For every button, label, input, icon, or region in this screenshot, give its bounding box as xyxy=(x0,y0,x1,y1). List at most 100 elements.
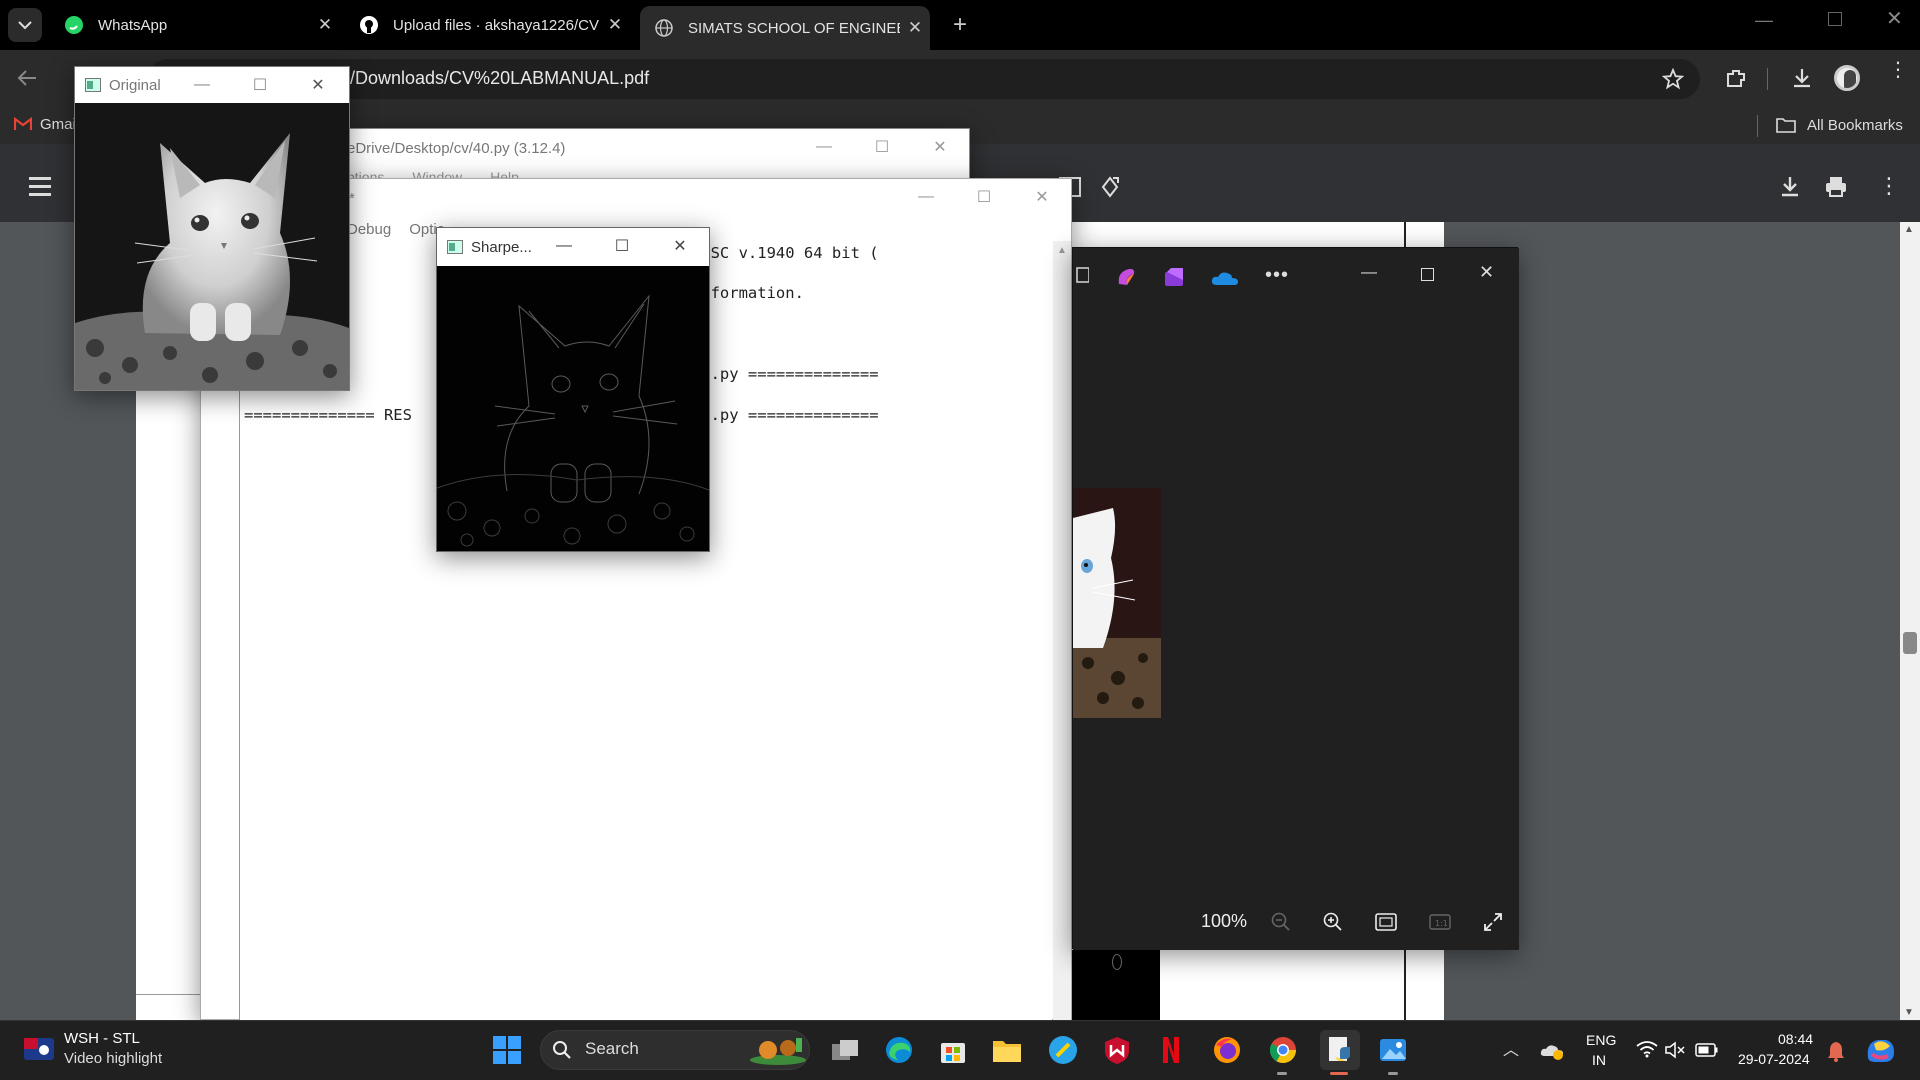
close-icon[interactable]: ✕ xyxy=(911,129,969,165)
idle-python-icon[interactable] xyxy=(1320,1030,1360,1070)
clock-date[interactable]: 29-07-2024 xyxy=(1738,1051,1810,1067)
fit-window-icon[interactable] xyxy=(1375,912,1397,932)
weather-widget-subtitle[interactable]: Video highlight xyxy=(64,1050,162,1067)
gmail-icon[interactable] xyxy=(14,117,32,131)
minimize-icon[interactable]: — xyxy=(795,129,853,165)
pdf-more-icon[interactable]: ⋮ xyxy=(1878,173,1900,199)
profile-avatar[interactable] xyxy=(1834,65,1860,91)
maximize-icon[interactable]: ☐ xyxy=(955,179,1013,215)
window-title: eDrive/Desktop/cv/40.py (3.12.4) xyxy=(347,139,566,157)
tab-close-icon[interactable]: ✕ xyxy=(900,18,930,38)
mcafee-icon[interactable] xyxy=(1100,1033,1134,1067)
language-indicator-top[interactable]: ENG xyxy=(1586,1032,1616,1048)
zoom-in-icon[interactable] xyxy=(1323,912,1343,932)
photos-window[interactable]: ••• — ✕ 100% 1:1 xyxy=(1072,247,1519,950)
original-image-window[interactable]: Original — ☐ ✕ xyxy=(74,66,350,391)
ms-store-icon[interactable] xyxy=(936,1033,970,1067)
maximize-icon[interactable]: ☐ xyxy=(593,228,651,264)
idle-output-menu: Debug Optio xyxy=(347,221,445,238)
clipchamp-icon[interactable] xyxy=(1115,266,1137,288)
clock-time[interactable]: 08:44 xyxy=(1778,1031,1813,1047)
firefox-icon[interactable] xyxy=(1210,1033,1244,1067)
close-icon[interactable]: ✕ xyxy=(289,67,347,103)
sharpened-kitten-image xyxy=(437,266,709,551)
maximize-icon[interactable]: ☐ xyxy=(231,67,289,103)
folder-icon xyxy=(1776,117,1796,133)
more-icon[interactable]: ••• xyxy=(1265,264,1289,287)
globe-icon xyxy=(654,18,674,38)
close-icon[interactable]: ✕ xyxy=(1013,179,1071,215)
downloads-icon[interactable] xyxy=(1790,66,1814,90)
tab-strip: WhatsApp ✕ Upload files · akshaya1226/CV… xyxy=(0,0,1920,50)
minimize-icon[interactable]: — xyxy=(1361,264,1377,282)
url-text[interactable]: /Downloads/CV%20LABMANUAL.pdf xyxy=(350,68,649,89)
app-icon xyxy=(85,78,101,92)
window-close-icon[interactable]: ✕ xyxy=(1886,6,1903,31)
photos-icon[interactable] xyxy=(1376,1033,1410,1067)
edge-icon[interactable] xyxy=(882,1033,916,1067)
svg-text:1:1: 1:1 xyxy=(1435,919,1448,928)
minimize-icon[interactable]: — xyxy=(173,67,231,103)
windows-start-icon[interactable] xyxy=(490,1033,524,1067)
chrome-menu-icon[interactable]: ⋮ xyxy=(1888,60,1908,80)
helper-app-icon[interactable] xyxy=(1046,1033,1080,1067)
tab-search-button[interactable] xyxy=(8,8,42,42)
window-minimize-icon[interactable]: — xyxy=(1755,10,1773,31)
sharpened-image-window[interactable]: Sharpe... — ☐ ✕ xyxy=(436,227,710,552)
close-icon[interactable]: ✕ xyxy=(651,228,709,264)
volume-muted-icon[interactable] xyxy=(1664,1041,1686,1059)
pdf-download-icon[interactable] xyxy=(1779,175,1801,197)
photo-kitten-image xyxy=(1073,488,1161,718)
idle-scrollbar[interactable]: ▲ xyxy=(1053,241,1071,1021)
menu-debug[interactable]: Debug xyxy=(347,221,391,238)
pdf-scrollbar[interactable]: ▲ ▼ xyxy=(1900,222,1920,1020)
file-explorer-icon[interactable] xyxy=(990,1033,1024,1067)
weather-widget-icon[interactable] xyxy=(24,1038,54,1060)
close-icon[interactable]: ✕ xyxy=(1479,262,1494,283)
print-icon[interactable] xyxy=(1824,174,1848,198)
pdf-menu-icon[interactable] xyxy=(29,177,51,196)
fullscreen-icon[interactable] xyxy=(1483,912,1503,932)
all-bookmarks[interactable]: All Bookmarks xyxy=(1807,117,1903,134)
github-icon xyxy=(359,15,379,35)
tab-simats[interactable]: SIMATS SCHOOL OF ENGINEERI ✕ xyxy=(640,6,930,50)
copilot-icon[interactable] xyxy=(1864,1034,1898,1066)
zoom-level[interactable]: 100% xyxy=(1201,911,1247,932)
minimize-icon[interactable]: — xyxy=(897,179,955,215)
maximize-icon[interactable]: ☐ xyxy=(853,129,911,165)
notification-bell-icon[interactable] xyxy=(1826,1040,1846,1062)
chrome-icon[interactable] xyxy=(1266,1033,1300,1067)
chrome-running-indicator xyxy=(1277,1072,1287,1075)
minimize-icon[interactable]: — xyxy=(535,228,593,264)
back-icon[interactable] xyxy=(16,68,38,88)
new-tab-button[interactable]: + xyxy=(945,11,975,41)
pdf-page-rule xyxy=(136,994,200,995)
photos-running-indicator xyxy=(1388,1072,1398,1075)
window-restore-icon[interactable] xyxy=(1828,12,1842,26)
tab-whatsapp[interactable]: WhatsApp ✕ xyxy=(50,8,340,42)
bookmark-gmail[interactable]: Gmai xyxy=(40,116,76,133)
zoom-out-icon[interactable] xyxy=(1271,912,1291,932)
whatsapp-icon xyxy=(64,15,84,35)
rotate-icon[interactable] xyxy=(1098,175,1122,199)
bookmarks-divider xyxy=(1757,115,1758,137)
bookmark-star-icon[interactable] xyxy=(1662,68,1684,90)
wifi-icon[interactable] xyxy=(1636,1040,1658,1058)
netflix-icon[interactable] xyxy=(1154,1033,1188,1067)
designer-icon[interactable] xyxy=(1163,266,1185,288)
copy-icon[interactable] xyxy=(1075,266,1089,284)
tab-close-icon[interactable]: ✕ xyxy=(310,15,340,35)
battery-icon[interactable] xyxy=(1695,1042,1719,1058)
extensions-icon[interactable] xyxy=(1724,67,1748,91)
weather-widget-title[interactable]: WSH - STL xyxy=(64,1030,140,1047)
language-indicator-bottom[interactable]: IN xyxy=(1592,1052,1606,1068)
original-kitten-image xyxy=(75,103,349,390)
tab-github[interactable]: Upload files · akshaya1226/CV ✕ xyxy=(345,8,630,42)
task-view-icon[interactable] xyxy=(828,1033,862,1067)
maximize-icon[interactable] xyxy=(1421,268,1434,281)
onedrive-tray-icon[interactable] xyxy=(1540,1042,1564,1060)
tab-close-icon[interactable]: ✕ xyxy=(600,15,630,35)
show-hidden-icons[interactable]: ︿ xyxy=(1503,1036,1519,1060)
onedrive-icon[interactable] xyxy=(1211,270,1239,286)
actual-size-icon[interactable]: 1:1 xyxy=(1429,914,1451,930)
